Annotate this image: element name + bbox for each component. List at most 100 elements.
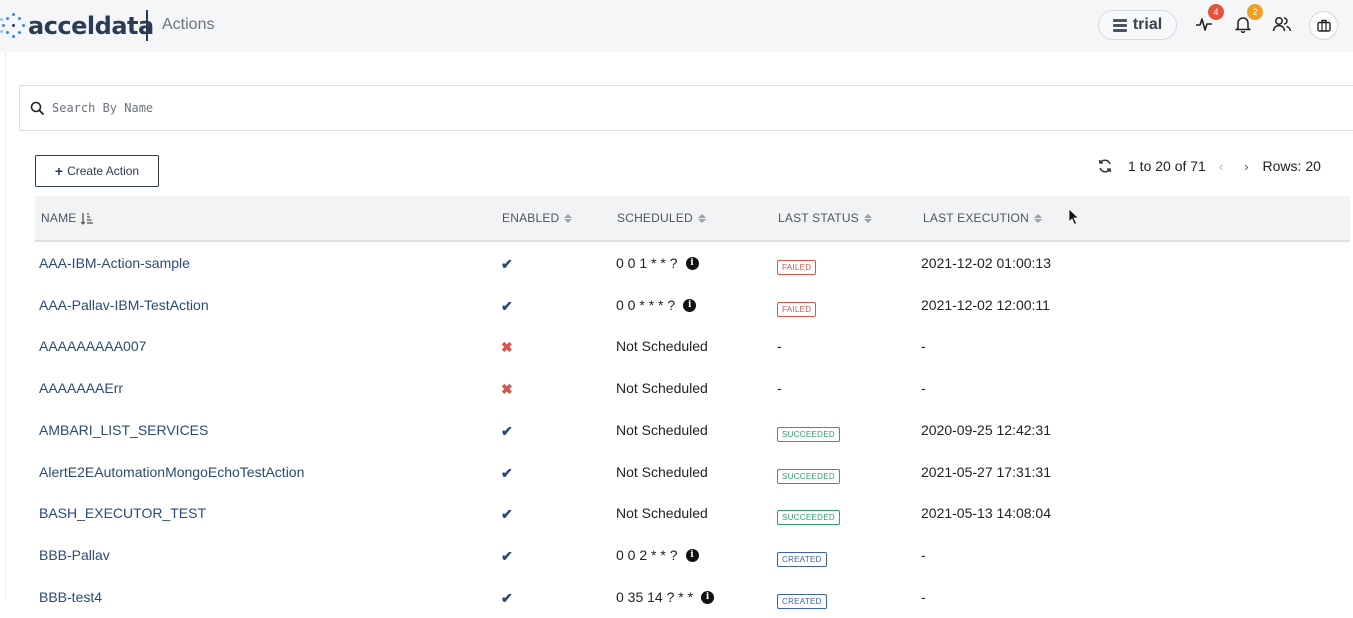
next-page-icon[interactable]: › <box>1244 159 1248 174</box>
status-cell: SUCCEEDED <box>777 466 840 484</box>
enabled-cell: ✔ <box>501 548 513 565</box>
status-badge: SUCCEEDED <box>777 510 840 525</box>
enabled-cell: ✔ <box>501 256 513 273</box>
table-row[interactable]: BASH_EXECUTOR_TEST ✔ Not Scheduled SUCCEEDE… <box>35 492 1350 534</box>
scheduled-cell: Not Scheduled <box>616 338 708 354</box>
enabled-check-icon: ✔ <box>501 465 513 481</box>
last-execution-cell: 2021-05-13 14:08:04 <box>921 505 1051 521</box>
status-cell: - <box>777 380 782 396</box>
column-last-execution-header[interactable]: LAST EXECUTION <box>923 211 1042 225</box>
notifications-button[interactable]: 2 <box>1231 4 1263 36</box>
status-badge: CREATED <box>777 594 827 609</box>
action-name-link[interactable]: AlertE2EAutomationMongoEchoTestAction <box>39 464 304 480</box>
acceldata-logo[interactable]: acceldata <box>0 8 154 44</box>
action-name-link[interactable]: BBB-test4 <box>39 589 102 605</box>
briefcase-icon <box>1316 19 1331 32</box>
sort-ascending-icon <box>81 212 94 225</box>
action-name-link[interactable]: BASH_EXECUTOR_TEST <box>39 505 206 521</box>
status-cell: FAILED <box>777 257 817 275</box>
column-scheduled-header[interactable]: SCHEDULED <box>617 211 706 225</box>
pagination: 1 to 20 of 71 ‹ › Rows: 20 <box>1097 156 1321 176</box>
search-icon <box>30 101 44 115</box>
info-icon[interactable]: i <box>701 590 715 604</box>
enabled-cell: ✔ <box>501 423 513 440</box>
status-cell: CREATED <box>777 591 827 609</box>
schedule-text: 0 0 1 * * ? <box>616 255 678 271</box>
table-row[interactable]: AAAAAAAAA007 ✖ Not Scheduled - - <box>35 325 1350 367</box>
last-execution-cell: 2021-05-27 17:31:31 <box>921 464 1051 480</box>
schedule-text: 0 35 14 ? * * <box>616 589 694 605</box>
enabled-cell: ✔ <box>501 298 513 315</box>
status-cell: FAILED <box>777 299 817 317</box>
column-name-header[interactable]: NAME <box>41 211 94 225</box>
enabled-cell: ✔ <box>501 506 513 523</box>
enabled-check-icon: ✔ <box>501 506 513 522</box>
table-row[interactable]: AlertE2EAutomationMongoEchoTestAction ✔ No… <box>35 451 1350 493</box>
status-text: - <box>777 338 782 354</box>
info-icon[interactable]: i <box>683 298 697 312</box>
status-badge: SUCCEEDED <box>777 427 840 442</box>
last-execution-cell: - <box>921 338 926 354</box>
schedule-text: Not Scheduled <box>616 464 708 480</box>
action-name-link[interactable]: AAAAAAAAA007 <box>39 338 146 354</box>
table-row[interactable]: AAA-Pallav-IBM-TestAction ✔ 0 0 * * * ? i FA… <box>35 284 1350 326</box>
status-cell: CREATED <box>777 549 827 567</box>
schedule-text: 0 0 * * * ? <box>616 297 676 313</box>
activity-button[interactable]: 4 <box>1192 4 1224 36</box>
search-bar[interactable] <box>19 85 1353 131</box>
schedule-text: 0 0 2 * * ? <box>616 547 678 563</box>
column-last-status-header[interactable]: LAST STATUS <box>778 211 872 225</box>
status-cell: SUCCEEDED <box>777 424 840 442</box>
enabled-check-icon: ✔ <box>501 298 513 314</box>
table-row[interactable]: BBB-Pallav ✔ 0 0 2 * * ? i CREATED - <box>35 534 1350 576</box>
top-header: acceldata Actions trial 4 2 <box>0 0 1353 52</box>
column-last-status-label: LAST STATUS <box>778 211 859 225</box>
action-name-link[interactable]: AMBARI_LIST_SERVICES <box>39 422 208 438</box>
users-button[interactable] <box>1270 12 1294 36</box>
column-name-label: NAME <box>41 211 77 225</box>
status-badge: FAILED <box>777 260 817 275</box>
action-name-link[interactable]: AAA-IBM-Action-sample <box>39 255 190 271</box>
environment-label: trial <box>1132 16 1163 33</box>
last-execution-cell: - <box>921 589 926 605</box>
workspace-button[interactable] <box>1309 11 1338 40</box>
status-badge: FAILED <box>777 302 817 317</box>
schedule-text: Not Scheduled <box>616 422 708 438</box>
schedule-text: Not Scheduled <box>616 505 708 521</box>
action-name-link[interactable]: BBB-Pallav <box>39 547 110 563</box>
scheduled-cell: 0 0 2 * * ? i <box>616 547 699 563</box>
create-action-button[interactable]: + Create Action <box>35 155 159 187</box>
sidebar-edge <box>5 52 6 599</box>
notification-count-badge: 2 <box>1247 4 1263 20</box>
brand-name: acceldata <box>28 12 154 40</box>
search-input[interactable] <box>52 101 652 115</box>
disabled-cross-icon: ✖ <box>501 381 513 397</box>
schedule-text: Not Scheduled <box>616 338 708 354</box>
refresh-icon[interactable] <box>1097 158 1113 174</box>
enabled-cell: ✖ <box>501 339 513 356</box>
scheduled-cell: Not Scheduled <box>616 380 708 396</box>
environment-selector[interactable]: trial <box>1098 10 1177 40</box>
info-icon[interactable]: i <box>685 256 699 270</box>
action-name-link[interactable]: AAA-Pallav-IBM-TestAction <box>39 297 209 313</box>
column-enabled-label: ENABLED <box>502 211 560 225</box>
header-divider <box>146 10 148 41</box>
mouse-cursor-icon <box>1068 208 1080 226</box>
activity-count-badge: 4 <box>1208 4 1224 20</box>
table-row[interactable]: AMBARI_LIST_SERVICES ✔ Not Scheduled SUCCEE… <box>35 409 1350 451</box>
info-icon[interactable]: i <box>685 548 699 562</box>
status-badge: CREATED <box>777 552 827 567</box>
enabled-cell: ✔ <box>501 465 513 482</box>
enabled-check-icon: ✔ <box>501 548 513 564</box>
column-enabled-header[interactable]: ENABLED <box>502 211 573 225</box>
previous-page-icon[interactable]: ‹ <box>1219 159 1223 174</box>
last-execution-cell: 2021-12-02 12:00:11 <box>921 297 1050 313</box>
rows-per-page[interactable]: Rows: 20 <box>1263 158 1321 174</box>
action-name-link[interactable]: AAAAAAAErr <box>39 380 123 396</box>
table-row[interactable]: BBB-test4 ✔ 0 35 14 ? * * i CREATED - <box>35 576 1350 618</box>
status-cell: - <box>777 338 782 354</box>
scheduled-cell: 0 0 * * * ? i <box>616 297 697 313</box>
table-row[interactable]: AAAAAAAErr ✖ Not Scheduled - - <box>35 367 1350 409</box>
enabled-check-icon: ✔ <box>501 423 513 439</box>
table-row[interactable]: AAA-IBM-Action-sample ✔ 0 0 1 * * ? i FAILED… <box>35 242 1350 284</box>
